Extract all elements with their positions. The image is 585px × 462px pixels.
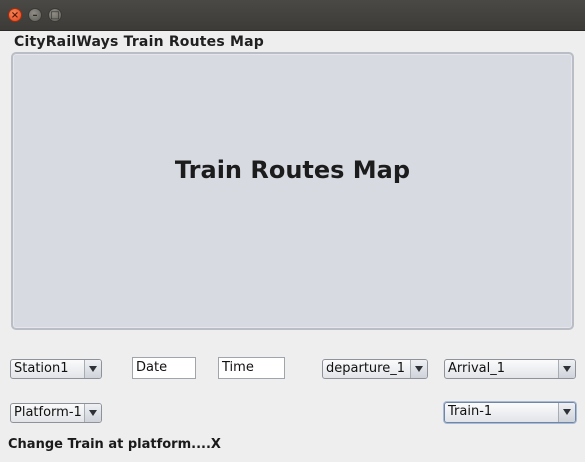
app-window: × – □ CityRailWays Train Routes Map Trai… — [0, 0, 585, 462]
date-field[interactable]: Date — [132, 357, 196, 379]
maximize-window-button[interactable]: □ — [48, 8, 62, 22]
chevron-down-icon — [410, 360, 427, 378]
departure-combo[interactable]: departure_1 — [322, 359, 428, 379]
chevron-down-icon — [558, 403, 575, 422]
minimize-window-button[interactable]: – — [28, 8, 42, 22]
chevron-down-icon — [558, 360, 575, 378]
platform-combo[interactable]: Platform-1 — [10, 403, 102, 423]
departure-combo-value: departure_1 — [326, 361, 405, 376]
map-label: Train Routes Map — [174, 156, 411, 184]
station-combo[interactable]: Station1 — [10, 359, 102, 379]
status-message: Change Train at platform....X — [8, 437, 221, 452]
arrival-combo-value: Arrival_1 — [448, 361, 506, 376]
train-combo[interactable]: Train-1 — [444, 402, 576, 423]
app-title: CityRailWays Train Routes Map — [14, 34, 264, 50]
train-combo-value: Train-1 — [448, 404, 493, 419]
time-field[interactable]: Time — [218, 357, 285, 379]
title-bar: × – □ — [0, 0, 585, 31]
train-routes-map-panel[interactable]: Train Routes Map — [11, 52, 574, 330]
station-combo-value: Station1 — [14, 361, 69, 376]
chevron-down-icon — [84, 404, 101, 422]
close-window-button[interactable]: × — [8, 8, 22, 22]
platform-combo-value: Platform-1 — [14, 405, 82, 420]
arrival-combo[interactable]: Arrival_1 — [444, 359, 576, 379]
chevron-down-icon — [84, 360, 101, 378]
